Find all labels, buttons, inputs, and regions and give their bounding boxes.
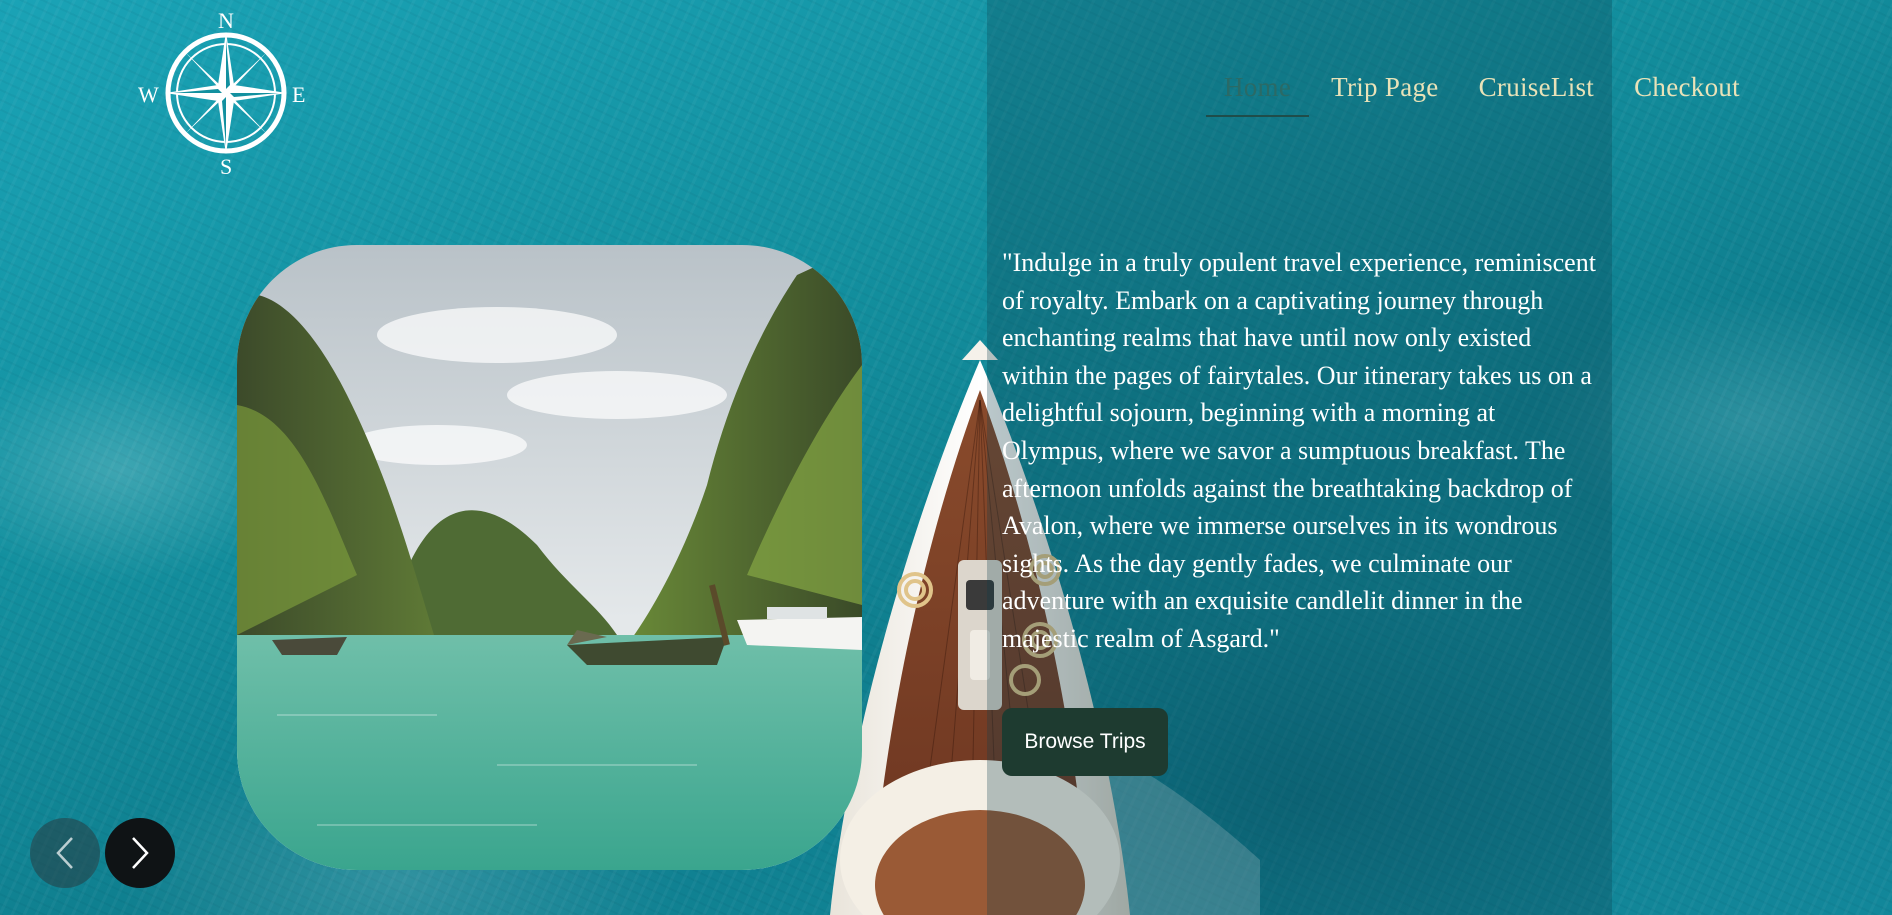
browse-trips-button[interactable]: Browse Trips [1002, 708, 1168, 776]
compass-north-label: N [218, 8, 234, 33]
nav-checkout-link[interactable]: Checkout [1634, 72, 1740, 117]
chevron-left-icon [56, 837, 73, 869]
compass-west-label: W [138, 82, 159, 107]
hero-quote: "Indulge in a truly opulent travel exper… [1002, 248, 1596, 653]
carousel-next-button[interactable] [105, 818, 175, 888]
chevron-right-icon [132, 837, 149, 869]
nav-trip-page-link[interactable]: Trip Page [1331, 72, 1438, 117]
lagoon-illustration [237, 245, 862, 870]
compass-east-label: E [292, 82, 306, 107]
compass-south-label: S [220, 154, 233, 179]
carousel-prev-button[interactable] [30, 818, 100, 888]
site-logo[interactable]: N S E W [135, 6, 315, 178]
nav-cruiselist-link[interactable]: CruiseList [1479, 72, 1595, 117]
nav-home-link[interactable]: Home [1205, 72, 1310, 117]
destination-photo [237, 245, 862, 870]
compass-rose-icon [165, 32, 287, 154]
main-nav: Home Trip Page CruiseList Checkout [1205, 72, 1740, 117]
